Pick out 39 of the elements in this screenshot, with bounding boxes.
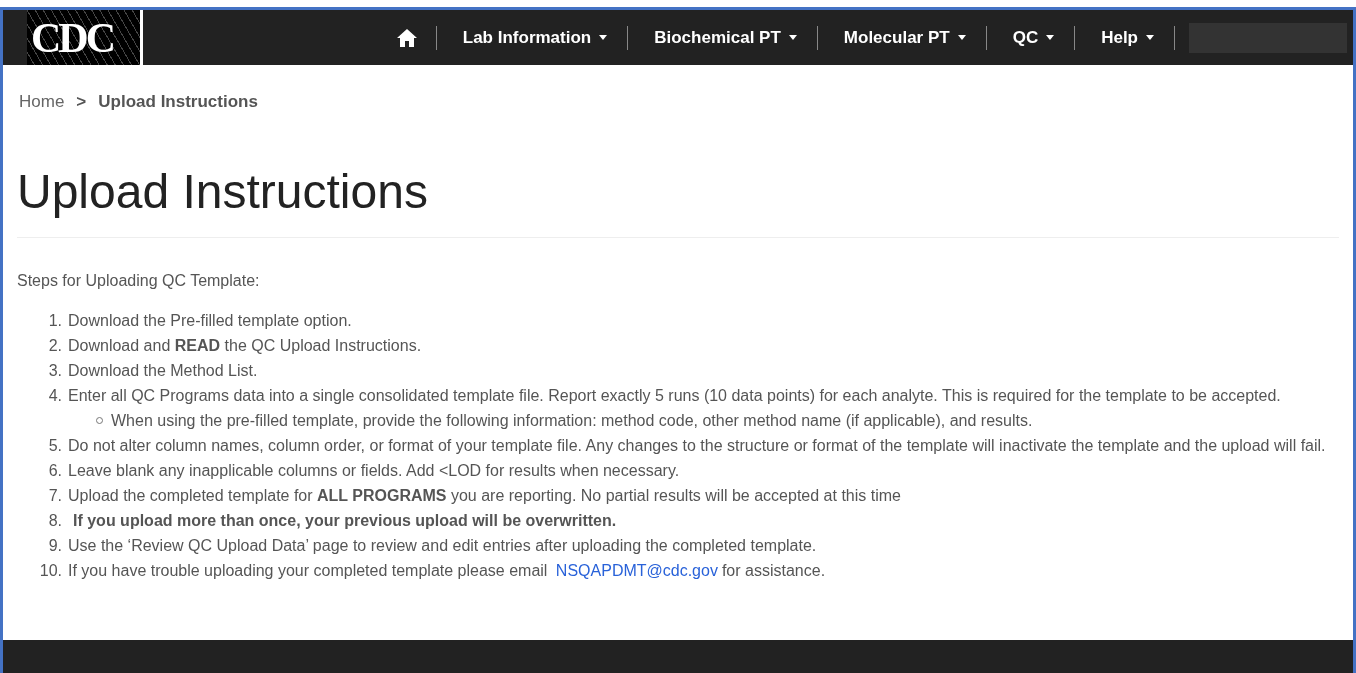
step-text: Download the Pre-filled template option. [68,312,352,329]
sub-step-text: When using the pre-filled template, provide the following information: method code, other method name (if applicable), and results. [111,411,1033,431]
caret-icon [599,35,608,40]
step-number: 10. [38,561,63,581]
home-icon[interactable] [395,27,418,48]
step-number: 8. [47,511,63,531]
step-number: 7. [47,486,63,506]
step-number: 3. [47,361,63,381]
nav-menu[interactable]: Biochemical PT [628,27,817,48]
step-text: Enter all QC Programs data into a single consolidated template file. Report exactly 5 runs (10 data points) for each analyte. This is required for the template to be accepted. [68,387,1281,404]
step-text: Upload the completed template for ALL PROGRAMS you are reporting. No partial results will be accepted at this time [68,487,901,504]
step-number: 5. [47,436,63,456]
step-number: 4. [47,386,63,406]
step-number: 6. [47,461,63,481]
nav-menu[interactable]: Help [1075,27,1174,48]
step-number: 1. [47,311,63,331]
nav-menu[interactable]: QC [986,27,1075,48]
step-text: Download the Method List. [68,362,258,379]
intro-text: Steps for Uploading QC Template: [17,272,261,290]
page-title: Upload Instructions [17,164,1339,238]
step-text: If you upload more than once, your previous upload will be overwritten. [72,512,617,529]
logo[interactable]: CDC [27,10,143,65]
step-number: 9. [47,536,63,556]
step-text: Download and READ the QC Upload Instructions. [68,337,422,354]
step-text: Use the ‘Review QC Upload Data’ page to review and edit entries after uploading the completed template. [68,537,817,554]
caret-icon [788,35,797,40]
step-text: Do not alter column names, column order, or format of your template file. Any changes to the structure or format of the template will inactivate the template and the upload will fail. [68,437,1326,454]
nav-menu[interactable]: Lab Information [436,27,628,48]
step-text: If you have trouble uploading your completed template please email NSQAPDMT@cdc.gov for assistance. [68,562,826,579]
nav-menu[interactable]: Molecular PT [817,27,986,48]
step-text: Leave blank any inapplicable columns or fields. Add <LOD for results when necessary. [68,462,680,479]
email-link[interactable]: NSQAPDMT@cdc.gov [555,562,718,579]
caret-icon [957,35,966,40]
breadcrumb-link[interactable]: Home [19,92,65,112]
caret-icon [1046,35,1055,40]
caret-icon [1146,35,1154,40]
step-text: for assistance. [721,562,826,579]
step-number: 2. [47,336,63,356]
breadcrumb-separator: > [76,92,87,112]
